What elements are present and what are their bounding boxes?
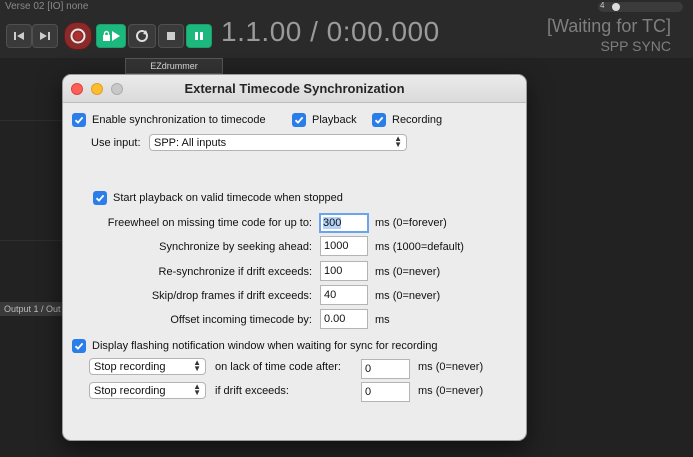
- play-button[interactable]: [96, 24, 126, 48]
- volume-slider-knob[interactable]: [612, 3, 620, 11]
- record-button[interactable]: [64, 22, 92, 50]
- enable-sync-checkbox[interactable]: Enable synchronization to timecode: [72, 113, 266, 127]
- flash-notification-checkbox[interactable]: Display flashing notification window whe…: [72, 339, 437, 353]
- use-input-label: Use input:: [91, 137, 141, 149]
- enable-sync-label: Enable synchronization to timecode: [92, 114, 266, 126]
- stop-icon: [167, 32, 175, 40]
- skip-back-icon: [14, 32, 24, 40]
- lack-input[interactable]: 0: [361, 359, 410, 379]
- timecode-sync-dialog: External Timecode Synchronization Enable…: [62, 74, 527, 441]
- lack-unit: ms (0=never): [418, 361, 484, 373]
- pause-button[interactable]: [186, 24, 212, 48]
- drift-action-value: Stop recording: [94, 384, 166, 397]
- lack-value: 0: [365, 363, 372, 375]
- skip-drop-unit: ms (0=never): [375, 290, 441, 302]
- timecode-status: [Waiting for TC]: [546, 16, 671, 36]
- checkbox-checked-icon[interactable]: [292, 113, 306, 127]
- skip-drop-input[interactable]: 40: [320, 285, 368, 305]
- start-playback-label: Start playback on valid timecode when st…: [113, 192, 343, 204]
- volume-slider[interactable]: 4: [598, 1, 683, 12]
- loop-icon: [136, 30, 148, 42]
- freewheel-input[interactable]: 300: [319, 213, 369, 233]
- skip-drop-label: Skip/drop frames if drift exceeds:: [151, 290, 312, 302]
- chevron-updown-icon: ▲ ▼: [193, 358, 201, 373]
- resync-value: 100: [324, 265, 343, 277]
- pause-icon: [195, 32, 203, 40]
- start-playback-checkbox[interactable]: Start playback on valid timecode when st…: [93, 191, 343, 205]
- resync-input[interactable]: 100: [320, 261, 368, 281]
- drift-action-select[interactable]: Stop recording ▲ ▼: [89, 382, 206, 399]
- offset-input[interactable]: 0.00: [320, 309, 368, 329]
- stop-button[interactable]: [158, 24, 184, 48]
- dialog-title: External Timecode Synchronization: [184, 81, 405, 96]
- output-tab[interactable]: Output 1 / Out: [0, 302, 62, 316]
- seek-ahead-label: Synchronize by seeking ahead:: [159, 241, 312, 253]
- go-to-end-button[interactable]: [32, 24, 58, 48]
- checkbox-checked-icon[interactable]: [72, 113, 86, 127]
- lane-divider: [0, 240, 62, 241]
- checkbox-checked-icon[interactable]: [72, 339, 86, 353]
- volume-slider-number: 4: [600, 1, 605, 10]
- freewheel-value: 300: [323, 217, 342, 229]
- chevron-updown-icon: ▲ ▼: [193, 382, 201, 397]
- flash-notification-label: Display flashing notification window whe…: [92, 340, 438, 352]
- go-to-start-button[interactable]: [6, 24, 32, 48]
- drift-value: 0: [365, 386, 372, 398]
- chevron-updown-icon: ▲ ▼: [394, 134, 402, 149]
- resync-label: Re-synchronize if drift exceeds:: [158, 266, 312, 278]
- offset-value: 0.00: [324, 313, 346, 325]
- drift-label: if drift exceeds:: [215, 385, 289, 397]
- checkbox-checked-icon[interactable]: [372, 113, 386, 127]
- seek-ahead-input[interactable]: 1000: [320, 236, 368, 256]
- seek-ahead-unit: ms (1000=default): [375, 241, 464, 253]
- lack-action-select[interactable]: Stop recording ▲ ▼: [89, 358, 206, 375]
- drift-unit: ms (0=never): [418, 385, 484, 397]
- lack-label: on lack of time code after:: [215, 361, 341, 373]
- offset-label: Offset incoming timecode by:: [170, 314, 312, 326]
- play-lock-icon: [103, 30, 120, 41]
- recording-label: Recording: [392, 114, 443, 126]
- use-input-select[interactable]: SPP: All inputs ▲ ▼: [149, 134, 407, 151]
- track-title: Verse 02 [IO] none: [5, 1, 89, 12]
- fx-tab[interactable]: EZdrummer: [125, 58, 223, 74]
- timecode-mode: SPP SYNC: [600, 38, 671, 54]
- seek-ahead-value: 1000: [324, 240, 349, 252]
- use-input-value: SPP: All inputs: [154, 136, 227, 149]
- record-icon: [70, 28, 86, 44]
- drift-input[interactable]: 0: [361, 382, 410, 402]
- lack-action-value: Stop recording: [94, 360, 166, 373]
- offset-unit: ms: [375, 314, 390, 326]
- dialog-titlebar[interactable]: External Timecode Synchronization: [63, 75, 526, 103]
- freewheel-label: Freewheel on missing time code for up to…: [107, 217, 312, 229]
- repeat-button[interactable]: [128, 24, 156, 48]
- lane-divider: [0, 120, 62, 121]
- time-display: 1.1.00 / 0:00.000: [221, 16, 440, 47]
- skip-forward-icon: [40, 32, 50, 40]
- resync-unit: ms (0=never): [375, 266, 441, 278]
- recording-checkbox[interactable]: Recording: [372, 113, 442, 127]
- skip-drop-value: 40: [324, 289, 337, 301]
- checkbox-checked-icon[interactable]: [93, 191, 107, 205]
- freewheel-unit: ms (0=forever): [375, 217, 447, 229]
- playback-label: Playback: [312, 114, 357, 126]
- playback-checkbox[interactable]: Playback: [292, 113, 357, 127]
